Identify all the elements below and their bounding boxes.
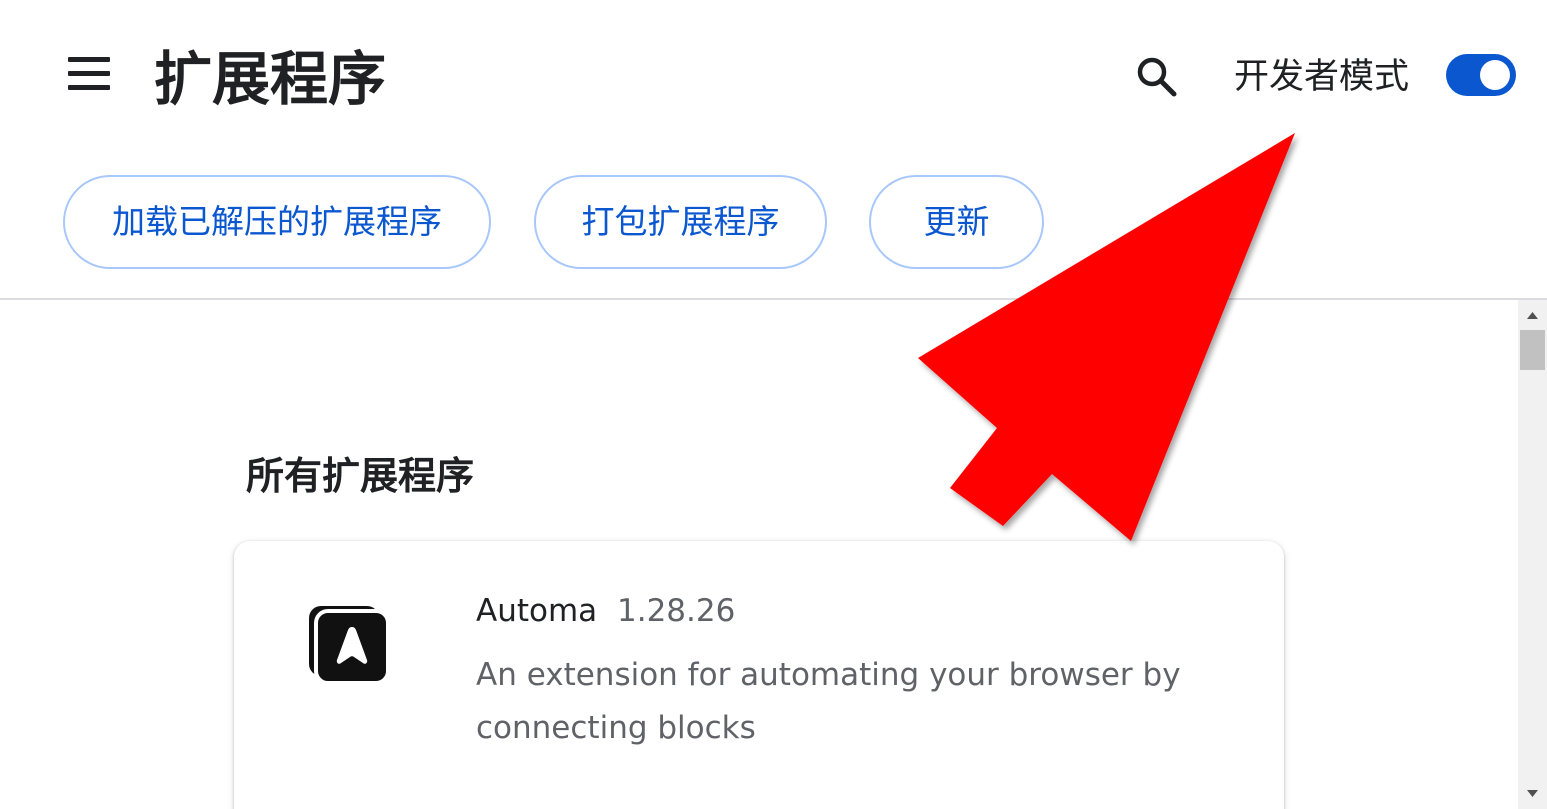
scrollbar-thumb[interactable]	[1520, 330, 1545, 370]
extensions-list-area: 所有扩展程序 Automa 1.28.26 An extension for a…	[0, 300, 1518, 809]
scroll-up-icon[interactable]	[1518, 300, 1547, 330]
developer-mode-toggle[interactable]	[1446, 54, 1516, 96]
vertical-scrollbar[interactable]	[1518, 300, 1547, 809]
extension-description: An extension for automating your browser…	[476, 657, 1181, 746]
extension-version: 1.28.26	[617, 593, 736, 629]
load-unpacked-button[interactable]: 加载已解压的扩展程序	[63, 175, 491, 269]
developer-mode-label: 开发者模式	[1234, 57, 1410, 97]
update-button[interactable]: 更新	[869, 175, 1044, 269]
toggle-knob	[1480, 60, 1510, 90]
section-title: 所有扩展程序	[246, 454, 475, 498]
extensions-toolbar: 扩展程序 开发者模式 加载已解压的扩展程序 打包扩展程序 更新	[0, 0, 1547, 300]
extension-name: Automa	[476, 593, 598, 629]
pack-extension-button[interactable]: 打包扩展程序	[534, 175, 827, 269]
search-icon[interactable]	[1130, 50, 1182, 102]
automa-logo-icon	[308, 605, 390, 685]
hamburger-menu-icon[interactable]	[62, 50, 116, 98]
extension-card: Automa 1.28.26 An extension for automati…	[234, 541, 1284, 809]
page-title: 扩展程序	[154, 45, 387, 113]
scroll-down-icon[interactable]	[1518, 779, 1547, 809]
